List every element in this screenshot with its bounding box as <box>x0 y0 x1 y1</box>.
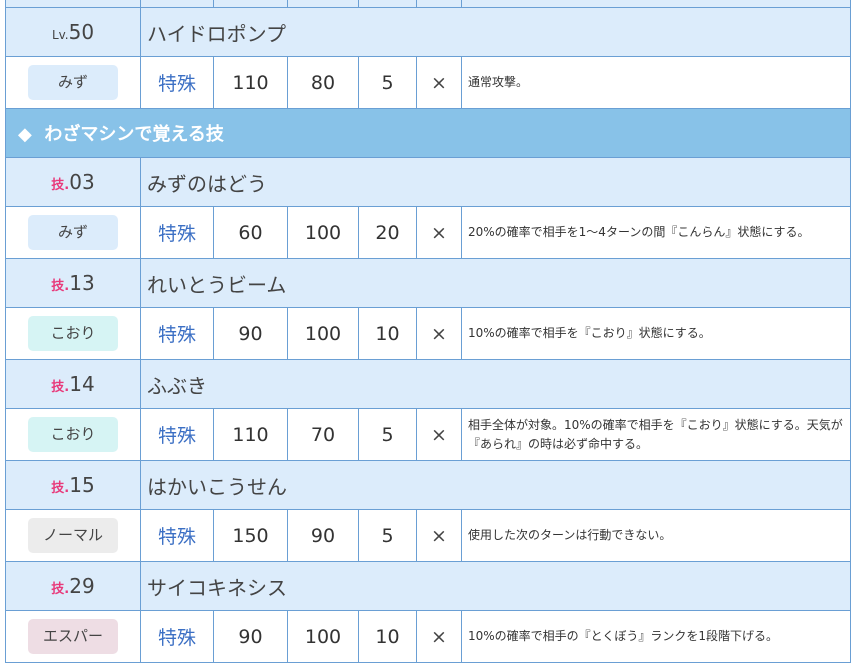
contact-cross-icon: × <box>416 56 462 109</box>
move-number-cell: 技.29 <box>5 561 141 611</box>
move-name[interactable]: ふぶき <box>140 359 851 409</box>
move-pp: 5 <box>358 408 417 461</box>
diamond-icon: ◆ <box>18 124 32 145</box>
move-power: 90 <box>213 307 288 360</box>
move-accuracy: 70 <box>287 408 359 461</box>
move-pp: 5 <box>358 509 417 562</box>
table-top-edge <box>5 0 851 8</box>
move-detail-row: みず 特殊 60 100 20 × 20%の確率で相手を1〜4ターンの間『こんら… <box>5 206 851 259</box>
move-detail-row: こおり 特殊 90 100 10 × 10%の確率で相手を『こおり』状態にする。 <box>5 307 851 360</box>
type-badge[interactable]: みず <box>28 65 118 100</box>
section-title-cell: ◆ わざマシンで覚える技 <box>5 108 851 158</box>
move-name[interactable]: みずのはどう <box>140 157 851 207</box>
move-description: 使用した次のターンは行動できない。 <box>461 509 851 562</box>
move-power: 110 <box>213 408 288 461</box>
move-number: 14 <box>69 372 95 396</box>
move-name-row: Lv.50 ハイドロポンプ <box>5 7 851 57</box>
move-accuracy: 100 <box>287 307 359 360</box>
type-cell: エスパー <box>5 610 141 663</box>
move-detail-row: ノーマル 特殊 150 90 5 × 使用した次のターンは行動できない。 <box>5 509 851 562</box>
move-number: 13 <box>69 271 95 295</box>
type-badge[interactable]: こおり <box>28 316 118 351</box>
move-description: 20%の確率で相手を1〜4ターンの間『こんらん』状態にする。 <box>461 206 851 259</box>
move-name-row: 技.13 れいとうビーム <box>5 258 851 308</box>
type-badge[interactable]: こおり <box>28 417 118 452</box>
move-detail-row: こおり 特殊 110 70 5 × 相手全体が対象。10%の確率で相手を『こおり… <box>5 408 851 461</box>
move-category: 特殊 <box>140 206 214 259</box>
move-power: 110 <box>213 56 288 109</box>
type-cell: みず <box>5 56 141 109</box>
move-table-container: Lv.50 ハイドロポンプ みず 特殊 110 80 5 × 通常攻撃。 ◆ わざマ… <box>5 0 851 663</box>
type-cell: こおり <box>5 307 141 360</box>
move-description: 通常攻撃。 <box>461 56 851 109</box>
move-description: 相手全体が対象。10%の確率で相手を『こおり』状態にする。天気が『あられ』の時は… <box>461 408 851 461</box>
move-number-cell: 技.13 <box>5 258 141 308</box>
move-accuracy: 100 <box>287 610 359 663</box>
move-name-row: 技.14 ふぶき <box>5 359 851 409</box>
move-table: Lv.50 ハイドロポンプ みず 特殊 110 80 5 × 通常攻撃。 ◆ わざマ… <box>5 0 851 663</box>
move-category: 特殊 <box>140 610 214 663</box>
move-detail-row: エスパー 特殊 90 100 10 × 10%の確率で相手の『とくぼう』ランクを… <box>5 610 851 663</box>
tm-prefix: 技. <box>51 380 70 395</box>
move-name[interactable]: サイコキネシス <box>140 561 851 611</box>
move-description: 10%の確率で相手を『こおり』状態にする。 <box>461 307 851 360</box>
move-accuracy: 80 <box>287 56 359 109</box>
type-cell: こおり <box>5 408 141 461</box>
type-badge[interactable]: みず <box>28 215 118 250</box>
section-header-tm: ◆ わざマシンで覚える技 <box>5 108 851 158</box>
move-name-row: 技.03 みずのはどう <box>5 157 851 207</box>
contact-cross-icon: × <box>416 509 462 562</box>
move-category: 特殊 <box>140 408 214 461</box>
move-name[interactable]: はかいこうせん <box>140 460 851 510</box>
move-name-row: 技.29 サイコキネシス <box>5 561 851 611</box>
contact-cross-icon: × <box>416 206 462 259</box>
tm-prefix: 技. <box>51 178 70 193</box>
move-power: 60 <box>213 206 288 259</box>
contact-cross-icon: × <box>416 610 462 663</box>
level-prefix: Lv. <box>51 28 69 42</box>
move-number: 03 <box>69 170 95 194</box>
tm-prefix: 技. <box>51 279 70 294</box>
type-badge[interactable]: エスパー <box>28 619 118 654</box>
move-number-cell: Lv.50 <box>5 7 141 57</box>
section-title: わざマシンで覚える技 <box>44 124 224 145</box>
move-power: 90 <box>213 610 288 663</box>
move-pp: 10 <box>358 307 417 360</box>
move-category: 特殊 <box>140 509 214 562</box>
move-accuracy: 90 <box>287 509 359 562</box>
contact-cross-icon: × <box>416 408 462 461</box>
move-power: 150 <box>213 509 288 562</box>
move-number: 50 <box>68 20 95 44</box>
move-number: 15 <box>69 473 95 497</box>
move-number-cell: 技.14 <box>5 359 141 409</box>
tm-prefix: 技. <box>51 481 70 496</box>
move-accuracy: 100 <box>287 206 359 259</box>
type-cell: ノーマル <box>5 509 141 562</box>
move-name-row: 技.15 はかいこうせん <box>5 460 851 510</box>
move-number-cell: 技.03 <box>5 157 141 207</box>
move-number-cell: 技.15 <box>5 460 141 510</box>
move-pp: 10 <box>358 610 417 663</box>
contact-cross-icon: × <box>416 307 462 360</box>
move-name[interactable]: れいとうビーム <box>140 258 851 308</box>
tm-prefix: 技. <box>51 582 70 597</box>
move-description: 10%の確率で相手の『とくぼう』ランクを1段階下げる。 <box>461 610 851 663</box>
move-category: 特殊 <box>140 56 214 109</box>
move-pp: 5 <box>358 56 417 109</box>
move-pp: 20 <box>358 206 417 259</box>
move-name[interactable]: ハイドロポンプ <box>140 7 851 57</box>
move-number: 29 <box>69 574 95 598</box>
type-cell: みず <box>5 206 141 259</box>
move-detail-row: みず 特殊 110 80 5 × 通常攻撃。 <box>5 56 851 109</box>
move-category: 特殊 <box>140 307 214 360</box>
type-badge[interactable]: ノーマル <box>28 518 118 553</box>
